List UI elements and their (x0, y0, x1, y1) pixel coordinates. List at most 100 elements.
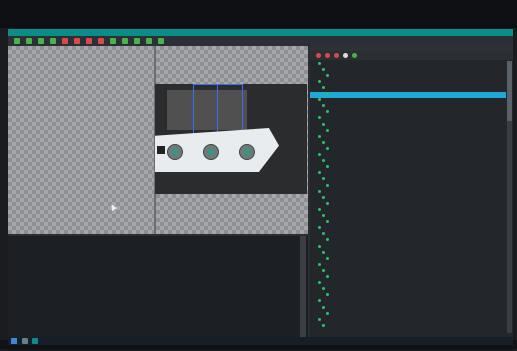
status-dot-icon (326, 201, 329, 205)
tool-icon-10[interactable] (122, 38, 128, 44)
add-icon[interactable] (352, 53, 357, 58)
tree-item[interactable] (310, 128, 506, 134)
record-icon[interactable] (316, 53, 321, 58)
status-dot-icon (326, 220, 329, 224)
tree-item[interactable] (310, 85, 506, 91)
tool-icon-2[interactable] (26, 38, 32, 44)
tree-item[interactable] (310, 159, 506, 165)
vision-app-window (8, 29, 513, 351)
status-dot-icon (326, 73, 329, 77)
status-dot-icon (326, 275, 329, 278)
tree-item[interactable] (310, 165, 506, 171)
taskbar-app-icon-1[interactable] (22, 338, 28, 344)
process-tree[interactable] (310, 61, 506, 333)
status-dot-icon (326, 293, 329, 297)
tree-item[interactable] (310, 262, 506, 268)
log-output-panel[interactable] (8, 236, 308, 342)
tree-item[interactable] (310, 323, 506, 329)
tree-item[interactable] (310, 140, 506, 146)
tree-item[interactable] (310, 104, 506, 110)
tree-item[interactable] (310, 73, 506, 79)
tree-item[interactable] (310, 153, 506, 159)
copy-icon[interactable] (343, 53, 348, 58)
tool-icon-8[interactable] (98, 38, 104, 44)
tree-item[interactable] (310, 195, 506, 201)
tree-item[interactable] (310, 201, 506, 207)
tree-item[interactable] (310, 183, 506, 189)
status-dot-icon (326, 311, 329, 315)
status-dot-icon (318, 153, 321, 156)
status-dot-icon (326, 183, 329, 187)
tree-item[interactable] (310, 256, 506, 262)
tool-icon-7[interactable] (86, 38, 92, 44)
left-pane (8, 46, 308, 342)
mouse-cursor-icon (108, 202, 118, 212)
fiducial-marker-2 (203, 144, 219, 160)
tree-item[interactable] (310, 91, 506, 98)
tool-icon-12[interactable] (146, 38, 152, 44)
tool-icon-5[interactable] (62, 38, 68, 44)
status-dot-icon (322, 323, 325, 327)
camera-image[interactable] (155, 84, 307, 194)
tree-item[interactable] (310, 122, 506, 128)
tool-icon-6[interactable] (74, 38, 80, 44)
tree-item[interactable] (310, 311, 506, 317)
tool-icon-1[interactable] (14, 38, 20, 44)
tree-item[interactable] (310, 268, 506, 274)
status-dot-icon (322, 287, 325, 291)
status-dot-icon (322, 140, 325, 144)
log-scrollbar[interactable] (300, 236, 306, 342)
tree-scrollbar[interactable] (507, 61, 512, 333)
tree-item[interactable] (310, 317, 506, 323)
tree-item[interactable] (310, 189, 506, 195)
stop-icon[interactable] (325, 53, 330, 58)
status-dot-icon (322, 214, 325, 217)
status-dot-icon (322, 85, 325, 89)
tree-item[interactable] (310, 244, 506, 250)
tree-item[interactable] (310, 67, 506, 73)
status-dot-icon (322, 268, 325, 272)
tree-item[interactable] (310, 281, 506, 287)
tree-item[interactable] (310, 207, 506, 213)
status-dot-icon (326, 256, 329, 260)
tree-item[interactable] (310, 238, 506, 244)
status-dot-icon (318, 299, 321, 303)
tree-item[interactable] (310, 134, 506, 140)
image-view-area[interactable] (8, 46, 308, 234)
tree-item[interactable] (310, 299, 506, 305)
tree-item[interactable] (310, 79, 506, 85)
status-dot-icon (322, 159, 325, 163)
status-dot-icon (322, 195, 325, 199)
tree-item[interactable] (310, 226, 506, 232)
tree-scroll-thumb[interactable] (507, 61, 512, 121)
tool-icon-9[interactable] (110, 38, 116, 44)
status-dot-icon (318, 244, 321, 248)
tree-item[interactable] (310, 305, 506, 311)
tree-item[interactable] (310, 177, 506, 183)
pause-icon[interactable] (334, 53, 339, 58)
tree-item[interactable] (310, 116, 506, 122)
tool-icon-4[interactable] (50, 38, 56, 44)
status-dot-icon (318, 317, 321, 321)
tree-item[interactable] (310, 250, 506, 256)
tree-item[interactable] (310, 61, 506, 67)
tree-item[interactable] (310, 98, 506, 104)
tree-item[interactable] (310, 275, 506, 281)
tree-item[interactable] (310, 214, 506, 220)
tool-icon-3[interactable] (38, 38, 44, 44)
status-dot-icon (326, 165, 329, 169)
tree-item[interactable] (310, 171, 506, 177)
tool-icon-11[interactable] (134, 38, 140, 44)
tree-item[interactable] (310, 293, 506, 299)
status-dot-icon (322, 250, 325, 254)
status-dot-icon (318, 262, 321, 266)
tree-item[interactable] (310, 110, 506, 116)
tree-item[interactable] (310, 146, 506, 152)
tree-item[interactable] (310, 287, 506, 293)
fiducial-marker-1 (167, 144, 183, 160)
start-icon[interactable] (11, 338, 17, 344)
tool-icon-13[interactable] (158, 38, 164, 44)
tree-item[interactable] (310, 232, 506, 238)
tree-item[interactable] (310, 220, 506, 226)
taskbar-app-icon-2[interactable] (32, 338, 38, 344)
